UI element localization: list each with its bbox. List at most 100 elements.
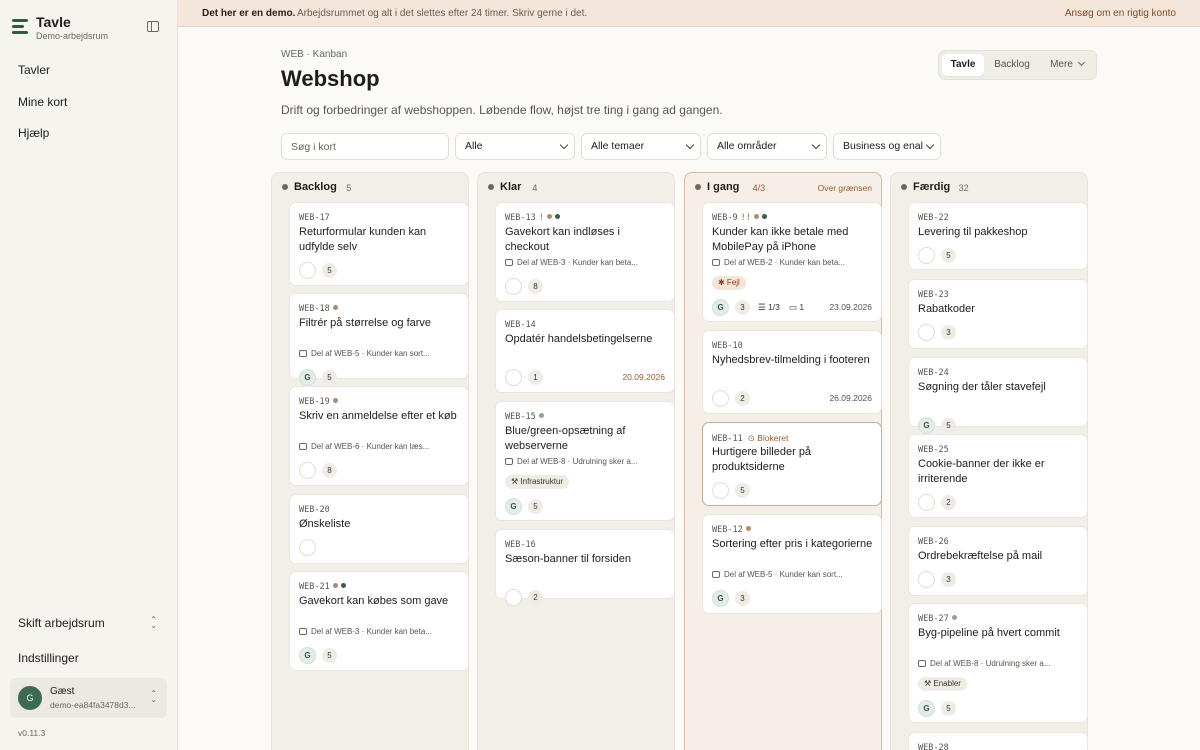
demo-banner: Det her er en demo. Arbejdsrummet og alt…	[178, 0, 1200, 27]
settings-link[interactable]: Indstillinger	[18, 651, 79, 665]
card-parent-link[interactable]: Del af WEB-3 · Kunder kan beta...	[505, 258, 670, 267]
kanban-card[interactable]: WEB-10 Nyhedsbrev-tilmelding i footeren 2 2…	[702, 330, 882, 414]
tab-board[interactable]: Tavle	[942, 54, 984, 76]
assignee-avatar[interactable]	[712, 390, 729, 407]
kanban-card[interactable]: WEB-19 Skriv en anmeldelse efter et køb De…	[289, 386, 469, 486]
kanban-card[interactable]: WEB-14 Opdatér handelsbetingelserne 1 20.09…	[495, 309, 675, 393]
filter-select-themes[interactable]: Alle temaer	[581, 133, 701, 160]
kanban-card[interactable]: WEB-20 Ønskeliste	[289, 494, 469, 564]
checklist-progress: ☰ 1/3	[758, 302, 780, 312]
kanban-card[interactable]: WEB-22 Levering til pakkeshop 5	[908, 202, 1088, 270]
nav-item-boards[interactable]: Tavler	[18, 63, 50, 77]
kanban-card[interactable]: WEB-11 ⊙ Blokeret Hurtigere billeder på pr…	[702, 422, 882, 506]
assignee-avatar[interactable]: G	[505, 498, 522, 515]
card-parent-link[interactable]: Del af WEB-8 · Udrulning sker a...	[505, 457, 670, 466]
assignee-avatar[interactable]	[918, 324, 935, 341]
assignee-avatar[interactable]: G	[712, 299, 729, 316]
card-id-text: WEB-20	[299, 505, 330, 515]
tab-more-label: Mere	[1050, 59, 1073, 70]
card-parent-link[interactable]: Del af WEB-5 · Kunder kan sort...	[712, 570, 877, 579]
kanban-card[interactable]: WEB-25 Cookie-banner der ikke er irritere…	[908, 434, 1088, 518]
assignee-avatar[interactable]	[299, 539, 316, 556]
card-id: WEB-16	[505, 540, 536, 550]
card-parent-link[interactable]: Del af WEB-6 · Kunder kan læs...	[299, 442, 464, 451]
card-id-text: WEB-27	[918, 614, 949, 624]
assignee-avatar[interactable]: G	[299, 369, 316, 386]
assignee-avatar[interactable]: G	[918, 700, 935, 717]
card-parent-link[interactable]: Del af WEB-2 · Kunder kan beta...	[712, 258, 877, 267]
blocked-badge: ⊙ Blokeret	[747, 433, 789, 443]
card-id-text: WEB-18	[299, 304, 330, 314]
assignee-avatar[interactable]	[505, 369, 522, 386]
card-id: WEB-28	[918, 743, 949, 750]
card-id: WEB-26	[918, 537, 949, 547]
assignee-avatar[interactable]	[505, 589, 522, 606]
nav-item-help[interactable]: Hjælp	[18, 126, 49, 140]
assignee-avatar[interactable]	[299, 262, 316, 279]
assignee-avatar[interactable]: G	[299, 647, 316, 664]
assignee-avatar[interactable]	[918, 247, 935, 264]
link-icon	[712, 259, 720, 266]
assignee-avatar[interactable]: G	[918, 417, 935, 434]
kanban-card[interactable]: WEB-26 Ordrebekræftelse på mail 3	[908, 526, 1088, 596]
card-parent-link[interactable]: Del af WEB-5 · Kunder kan sort...	[299, 349, 464, 358]
assignee-avatar[interactable]	[712, 482, 729, 499]
kanban-card[interactable]: WEB-27 Byg-pipeline på hvert commit Del af…	[908, 603, 1088, 723]
card-title: Returformular kunden kan udfylde selv	[299, 226, 427, 253]
column-title: Færdig	[913, 181, 951, 193]
kanban-card[interactable]: WEB-16 Sæson-banner til forsiden 2	[495, 529, 675, 606]
column-title: Backlog	[294, 181, 337, 193]
kanban-card[interactable]: WEB-24 Søgning der tåler stavefejl G 5	[908, 357, 1088, 434]
due-date: 26.09.2026	[829, 393, 872, 403]
kanban-card[interactable]: WEB-28	[908, 732, 1088, 750]
priority-marker: !!	[740, 213, 751, 223]
nav-item-my-cards[interactable]: Mine kort	[18, 95, 67, 109]
assignee-avatar[interactable]	[299, 462, 316, 479]
kanban-card[interactable]: WEB-17 Returformular kunden kan udfylde s…	[289, 202, 469, 286]
card-parent-link[interactable]: Del af WEB-3 · Kunder kan beta...	[299, 627, 464, 636]
card-id-text: WEB-13	[505, 213, 536, 223]
story-points: 3	[941, 572, 956, 587]
card-title: Gavekort kan købes som gave	[299, 595, 449, 607]
assignee-avatar[interactable]: G	[712, 590, 729, 607]
chevron-down-icon	[811, 140, 821, 150]
kanban-card[interactable]: WEB-18 Filtrér på størrelse og farve Del a…	[289, 293, 469, 386]
link-icon	[918, 660, 926, 667]
kanban-card[interactable]: WEB-13! Gavekort kan indløses i checkout D…	[495, 202, 675, 302]
user-menu[interactable]: G Gæst demo-ea84fa3478d3... ⌃ ⌄	[10, 678, 167, 718]
column-count: 5	[346, 183, 352, 193]
filter-select-business[interactable]: Business og enal	[833, 133, 941, 160]
chevron-down-icon	[925, 140, 935, 150]
filter-select-value: Alle	[465, 140, 483, 152]
assignee-avatar[interactable]	[505, 278, 522, 295]
collapse-sidebar-icon[interactable]	[147, 21, 159, 32]
card-title: Cookie-banner der ikke er irriterende	[918, 458, 1045, 485]
card-id-text: WEB-11	[712, 434, 743, 444]
link-icon	[299, 443, 307, 450]
apply-account-link[interactable]: Ansøg om en rigtig konto	[1065, 8, 1176, 19]
label-dot	[761, 214, 767, 219]
tab-more[interactable]: Mere	[1040, 54, 1094, 76]
kanban-card[interactable]: WEB-15 Blue/green-opsætning af webservern…	[495, 401, 675, 521]
switch-workspace-button[interactable]: Skift arbejdsrum	[18, 616, 105, 630]
label-dot	[332, 398, 338, 403]
kanban-card[interactable]: WEB-9!! Kunder kan ikke betale med Mobile…	[702, 202, 882, 322]
story-points: 3	[735, 591, 750, 606]
card-id-text: WEB-14	[505, 320, 536, 330]
story-points: 5	[941, 418, 956, 433]
card-id: WEB-25	[918, 445, 949, 455]
filter-select-areas[interactable]: Alle områder	[707, 133, 827, 160]
user-name: Gæst	[50, 686, 75, 697]
due-date: 23.09.2026	[829, 302, 872, 312]
search-input[interactable]	[281, 133, 449, 160]
banner-text: Arbejdsrummet og alt i det slettes efter…	[297, 8, 588, 19]
kanban-card[interactable]: WEB-12 Sortering efter pris i kategoriern…	[702, 514, 882, 614]
card-parent-link[interactable]: Del af WEB-8 · Udrulning sker a...	[918, 659, 1083, 668]
kanban-card[interactable]: WEB-21 Gavekort kan købes som gave Del af …	[289, 571, 469, 671]
kanban-card[interactable]: WEB-23 Rabatkoder 3	[908, 279, 1088, 349]
assignee-avatar[interactable]	[918, 494, 935, 511]
tab-backlog[interactable]: Backlog	[987, 54, 1037, 76]
card-tag: ✱ Fejl	[712, 276, 746, 290]
filter-select-status[interactable]: Alle	[455, 133, 575, 160]
assignee-avatar[interactable]	[918, 571, 935, 588]
